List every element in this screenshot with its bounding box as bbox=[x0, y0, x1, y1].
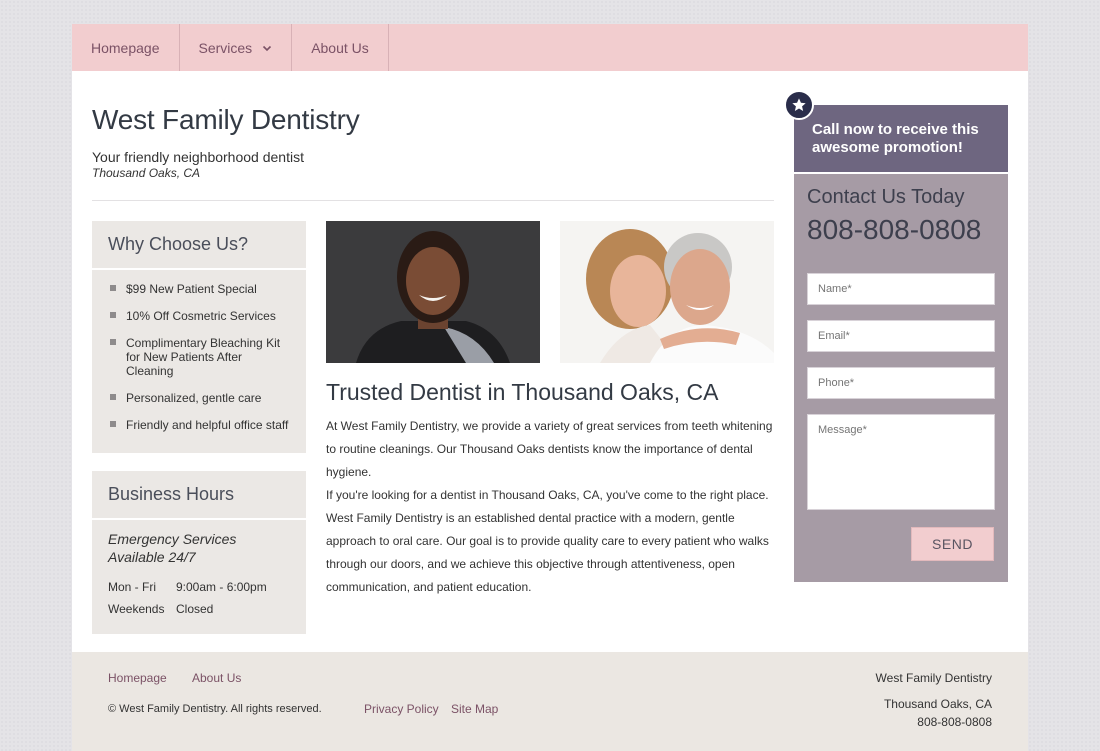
footer-link-sitemap[interactable]: Site Map bbox=[451, 702, 498, 716]
list-item: $99 New Patient Special bbox=[108, 282, 290, 296]
list-item: Personalized, gentle care bbox=[108, 391, 290, 405]
phone-field[interactable] bbox=[807, 367, 995, 399]
promotion-text: Call now to receive this awesome promoti… bbox=[812, 121, 979, 156]
emergency-note: Emergency Services Available 24/7 bbox=[108, 531, 237, 565]
footer-city: Thousand Oaks, CA bbox=[883, 697, 992, 711]
body-paragraph: At West Family Dentistry, we provide a v… bbox=[326, 419, 773, 479]
nav-item-services[interactable]: Services bbox=[180, 24, 293, 71]
footer-link-about[interactable]: About Us bbox=[192, 671, 241, 685]
list-item: Friendly and helpful office staff bbox=[108, 418, 290, 432]
contact-form-panel: Contact Us Today 808-808-0808 SEND bbox=[794, 174, 1008, 582]
list-item: Complimentary Bleaching Kit for New Pati… bbox=[108, 336, 290, 378]
site-footer: Homepage About Us © West Family Dentistr… bbox=[72, 652, 1028, 751]
main-heading: Trusted Dentist in Thousand Oaks, CA bbox=[326, 379, 719, 405]
promotion-banner: Call now to receive this awesome promoti… bbox=[794, 105, 1008, 172]
square-bullet-icon bbox=[110, 312, 116, 318]
page-container: Homepage Services About Us West Family D… bbox=[72, 24, 1028, 751]
square-bullet-icon bbox=[110, 394, 116, 400]
message-field[interactable] bbox=[807, 414, 995, 510]
why-item-text: Personalized, gentle care bbox=[126, 391, 262, 405]
star-icon bbox=[784, 90, 814, 120]
email-field[interactable] bbox=[807, 320, 995, 352]
nav-label-services: Services bbox=[198, 39, 253, 56]
contact-heading: Contact Us Today bbox=[807, 186, 965, 208]
footer-link-homepage[interactable]: Homepage bbox=[108, 671, 167, 685]
site-location: Thousand Oaks, CA bbox=[92, 166, 201, 180]
footer-phone: 808-808-0808 bbox=[917, 715, 992, 729]
nav-item-homepage[interactable]: Homepage bbox=[72, 24, 180, 71]
hours-day: Mon - Fri bbox=[108, 580, 156, 594]
body-paragraph: If you're looking for a dentist in Thous… bbox=[326, 488, 769, 594]
site-title[interactable]: West Family Dentistry bbox=[92, 104, 360, 136]
send-button[interactable]: SEND bbox=[911, 527, 994, 561]
name-field[interactable] bbox=[807, 273, 995, 305]
footer-business-name: West Family Dentistry bbox=[875, 671, 992, 685]
why-choose-us-panel: Why Choose Us? $99 New Patient Special 1… bbox=[92, 221, 306, 453]
business-hours-panel: Business Hours Emergency Services Availa… bbox=[92, 471, 306, 634]
square-bullet-icon bbox=[110, 285, 116, 291]
footer-link-privacy[interactable]: Privacy Policy bbox=[364, 702, 439, 716]
hours-row: Weekends Closed bbox=[92, 602, 306, 616]
square-bullet-icon bbox=[110, 421, 116, 427]
main-nav: Homepage Services About Us bbox=[72, 24, 1028, 71]
main-body: At West Family Dentistry, we provide a v… bbox=[326, 415, 776, 599]
why-item-text: $99 New Patient Special bbox=[126, 282, 257, 296]
square-bullet-icon bbox=[110, 339, 116, 345]
chevron-down-icon bbox=[262, 43, 272, 53]
smiling-couple-photo bbox=[560, 221, 774, 363]
why-item-text: Friendly and helpful office staff bbox=[126, 418, 289, 432]
why-list: $99 New Patient Special 10% Off Cosmetri… bbox=[92, 270, 306, 432]
hours-day: Weekends bbox=[108, 602, 165, 616]
smiling-woman-photo bbox=[326, 221, 540, 363]
nav-item-about[interactable]: About Us bbox=[292, 24, 389, 71]
why-heading: Why Choose Us? bbox=[92, 221, 306, 270]
why-item-text: Complimentary Bleaching Kit for New Pati… bbox=[126, 336, 281, 378]
contact-phone[interactable]: 808-808-0808 bbox=[807, 214, 981, 246]
why-item-text: 10% Off Cosmetric Services bbox=[126, 309, 276, 323]
hours-time: 9:00am - 6:00pm bbox=[176, 580, 267, 594]
header-divider bbox=[92, 200, 774, 201]
hours-time: Closed bbox=[176, 602, 214, 616]
copyright-text: © West Family Dentistry. All rights rese… bbox=[108, 703, 322, 715]
nav-label-about: About Us bbox=[311, 39, 369, 56]
nav-label-homepage: Homepage bbox=[91, 39, 160, 56]
site-tagline: Your friendly neighborhood dentist bbox=[92, 149, 304, 165]
hours-heading: Business Hours bbox=[92, 471, 306, 520]
hours-row: Mon - Fri 9:00am - 6:00pm bbox=[92, 580, 306, 594]
list-item: 10% Off Cosmetric Services bbox=[108, 309, 290, 323]
